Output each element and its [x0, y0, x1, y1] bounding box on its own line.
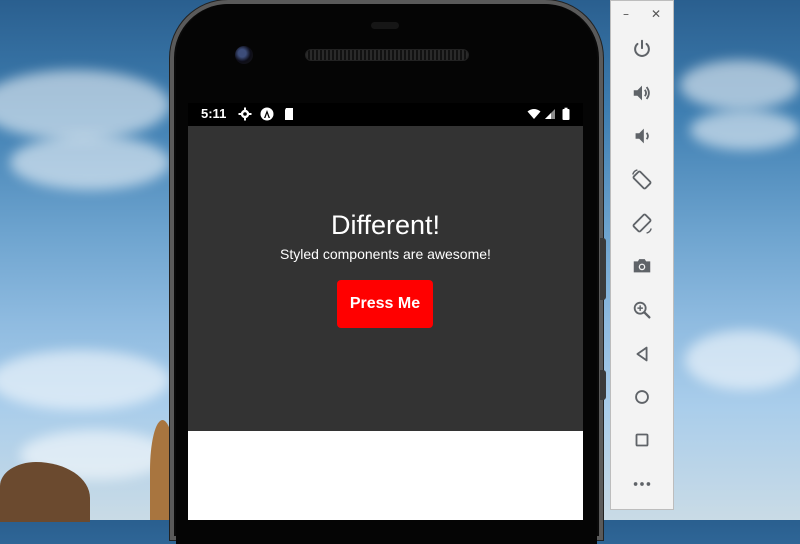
overview-button[interactable] — [629, 427, 655, 453]
volume-up-button[interactable] — [629, 80, 655, 106]
minimize-icon[interactable]: – — [623, 7, 629, 21]
device-screen: 5:11 Different! Styled components are aw… — [188, 103, 583, 520]
power-button[interactable] — [629, 36, 655, 62]
volume-down-icon — [635, 128, 649, 144]
wifi-icon — [527, 109, 541, 119]
emulator-toolbar: – ✕ — [610, 0, 674, 510]
top-sensor — [371, 22, 399, 29]
rotate-right-icon — [632, 213, 652, 234]
app-notification-icon — [260, 107, 274, 121]
home-button[interactable] — [629, 384, 655, 410]
back-button[interactable] — [629, 341, 655, 367]
home-icon — [635, 390, 649, 404]
power-icon — [634, 39, 650, 57]
rotate-left-button[interactable] — [629, 167, 655, 193]
app-subtitle: Styled components are awesome! — [280, 246, 491, 262]
close-icon[interactable]: ✕ — [651, 7, 661, 21]
rotate-right-button[interactable] — [629, 210, 655, 236]
zoom-icon — [633, 301, 651, 319]
camera-icon — [633, 259, 651, 273]
volume-up-icon — [633, 85, 650, 101]
battery-icon — [562, 107, 570, 120]
power-key — [600, 370, 606, 400]
sd-card-icon — [285, 108, 293, 120]
settings-gear-icon — [238, 107, 252, 121]
more-icon — [633, 482, 651, 486]
screenshot-button[interactable] — [629, 253, 655, 279]
front-camera — [235, 46, 253, 64]
volume-down-button[interactable] — [629, 123, 655, 149]
cell-signal-icon — [545, 109, 555, 119]
status-bar: 5:11 — [188, 103, 583, 126]
back-icon — [636, 346, 648, 362]
app-title: Different! — [330, 210, 441, 240]
rotate-left-icon — [632, 169, 652, 190]
more-button[interactable] — [629, 471, 655, 497]
zoom-button[interactable] — [629, 297, 655, 323]
overview-icon — [635, 433, 649, 447]
press-me-button[interactable]: Press Me — [337, 280, 433, 328]
status-time: 5:11 — [201, 106, 227, 121]
app-container: Different! Styled components are awesome… — [188, 126, 583, 431]
earpiece-speaker — [305, 49, 469, 61]
volume-rocker — [600, 238, 606, 300]
